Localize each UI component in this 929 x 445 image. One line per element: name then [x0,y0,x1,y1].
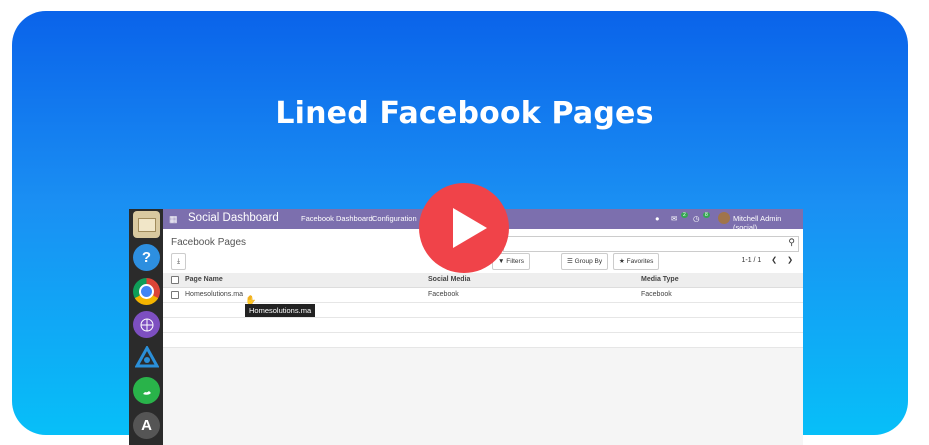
apps-menu-icon[interactable]: ▦ [169,214,178,225]
search-input[interactable]: ⚲ [503,236,799,252]
group-by-button[interactable]: ☰ Group By [561,253,609,270]
download-button[interactable]: ⤓ [171,253,186,270]
avatar[interactable] [718,212,730,224]
app-brand[interactable]: Social Dashboard [188,212,279,224]
chat-count: 2 [681,212,688,218]
pager-value[interactable]: 1-1 / 1 [741,257,761,264]
whatsapp-icon[interactable] [133,377,160,404]
table-header: Page Name Social Media Media Type [163,273,803,288]
dock: ? A [129,209,163,445]
pager: 1-1 / 1 ❮ ❯ [741,256,793,264]
cell-media-type: Facebook [641,291,672,298]
menu-configuration[interactable]: Configuration [372,214,417,223]
app-icon[interactable] [133,344,160,371]
header-media-type[interactable]: Media Type [641,276,679,283]
files-icon[interactable] [133,211,160,238]
cell-page-name[interactable]: Homesolutions.ma [185,291,243,298]
star-icon: ★ [619,258,627,265]
header-page-name[interactable]: Page Name [185,276,223,283]
search-icon[interactable]: ⚲ [788,237,795,248]
favorites-button[interactable]: ★ Favorites [613,253,660,270]
play-icon [453,208,487,248]
row-checkbox[interactable] [171,291,179,299]
header-social-media[interactable]: Social Media [428,276,470,283]
breadcrumb: Facebook Pages [171,237,247,248]
network-icon[interactable] [133,311,160,338]
menu-facebook-dashboard[interactable]: Facebook Dashboard [301,214,373,223]
prev-icon[interactable]: ❮ [771,257,777,264]
activity-count: 8 [703,212,710,218]
banner-title: Lined Facebook Pages [275,96,654,131]
bug-icon[interactable]: ● [655,214,660,223]
cell-social-media: Facebook [428,291,459,298]
anydesk-icon[interactable]: A [133,412,160,439]
tooltip: Homesolutions.ma [245,304,316,317]
table-row[interactable]: Homesolutions.ma Facebook Facebook [163,288,803,303]
chrome-icon[interactable] [133,278,160,305]
group-icon: ☰ [567,258,575,265]
next-icon[interactable]: ❯ [787,257,793,264]
empty-row [163,318,803,333]
empty-row [163,333,803,348]
select-all-checkbox[interactable] [171,276,179,284]
help-icon[interactable]: ? [133,244,160,271]
activity-icon[interactable]: ◷ [693,214,700,223]
chat-icon[interactable]: ✉ [671,214,677,223]
play-button[interactable] [419,183,509,273]
filter-icon: ▼ [498,258,507,265]
